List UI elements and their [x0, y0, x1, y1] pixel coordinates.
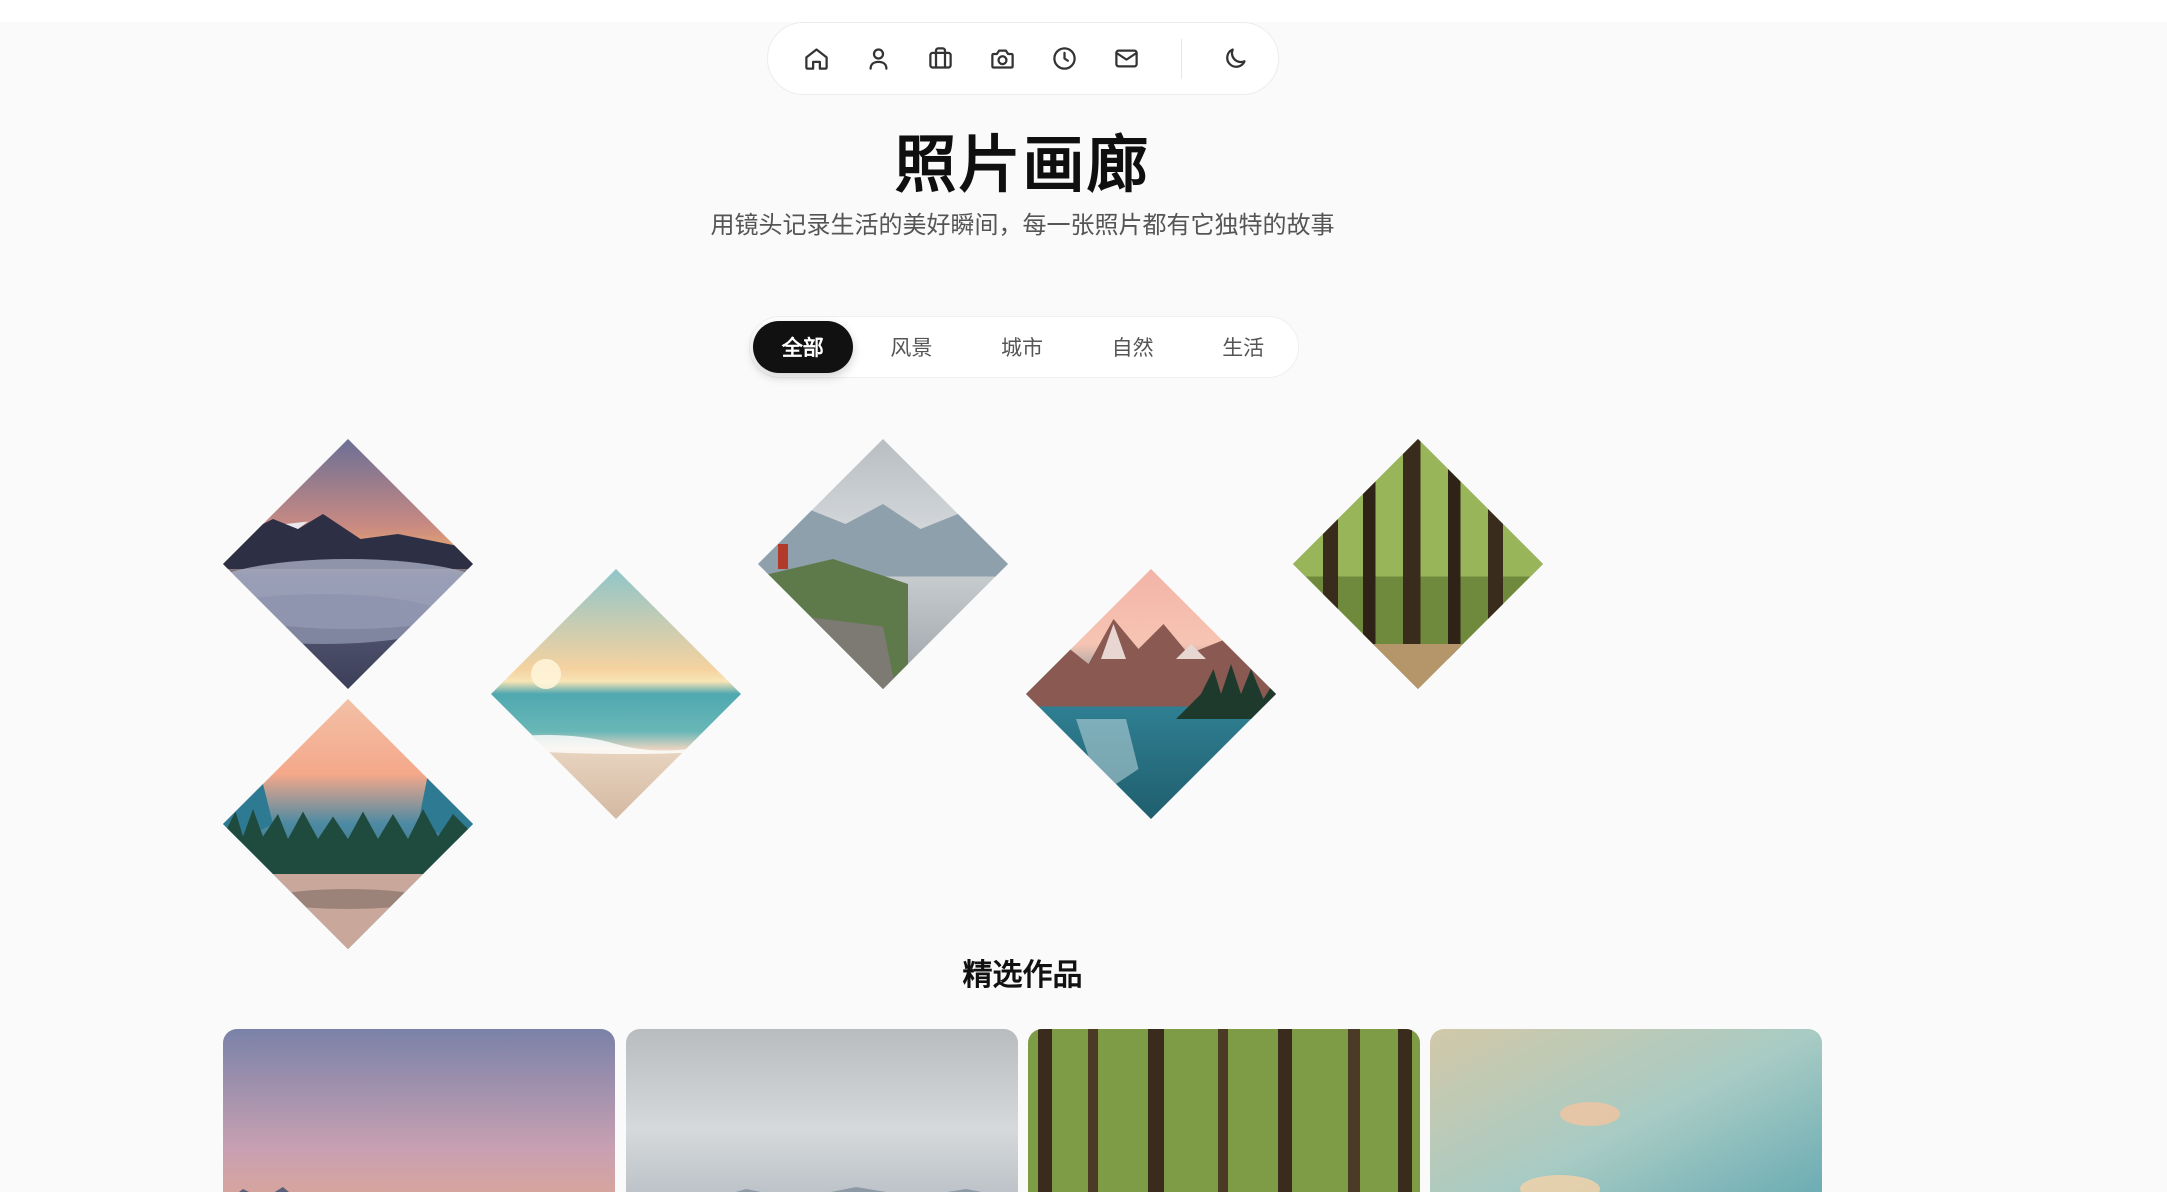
top-navigation — [767, 22, 1279, 95]
gallery-photo-valley-forest[interactable] — [223, 699, 473, 949]
clock-icon[interactable] — [1034, 34, 1096, 84]
gallery-photo-beach[interactable] — [491, 569, 741, 819]
nav-divider — [1181, 38, 1183, 79]
page-subtitle: 用镜头记录生活的美好瞬间，每一张照片都有它独特的故事 — [710, 211, 1335, 239]
mail-icon[interactable] — [1095, 34, 1157, 84]
top-strip — [0, 0, 2167, 22]
filter-city[interactable]: 城市 — [970, 321, 1074, 373]
moon-icon[interactable] — [1204, 34, 1266, 84]
briefcase-icon[interactable] — [910, 34, 972, 84]
camera-icon[interactable] — [972, 34, 1034, 84]
gallery-photo-mountain-lake[interactable] — [1026, 569, 1276, 819]
user-icon[interactable] — [848, 34, 910, 84]
featured-card-cloudy-mountains[interactable] — [626, 1029, 1018, 1192]
featured-card-beach-sky[interactable] — [1430, 1029, 1822, 1192]
filter-all[interactable]: 全部 — [753, 321, 853, 373]
filter-landscape[interactable]: 风景 — [853, 321, 971, 373]
featured-section-title: 精选作品 — [962, 958, 1083, 993]
gallery-photo-hiker[interactable] — [758, 439, 1008, 689]
gallery-photo-forest[interactable] — [1293, 439, 1543, 689]
home-icon[interactable] — [786, 34, 848, 84]
page-title: 照片画廊 — [894, 128, 1151, 201]
filter-life[interactable]: 生活 — [1191, 321, 1295, 373]
gallery-photo-mountain-clouds[interactable] — [223, 439, 473, 689]
featured-card-forest[interactable] — [1028, 1029, 1420, 1192]
category-filter-bar: 全部 风景 城市 自然 生活 — [749, 316, 1299, 378]
featured-card-mountain-sunset[interactable] — [223, 1029, 615, 1192]
filter-nature[interactable]: 自然 — [1074, 321, 1192, 373]
